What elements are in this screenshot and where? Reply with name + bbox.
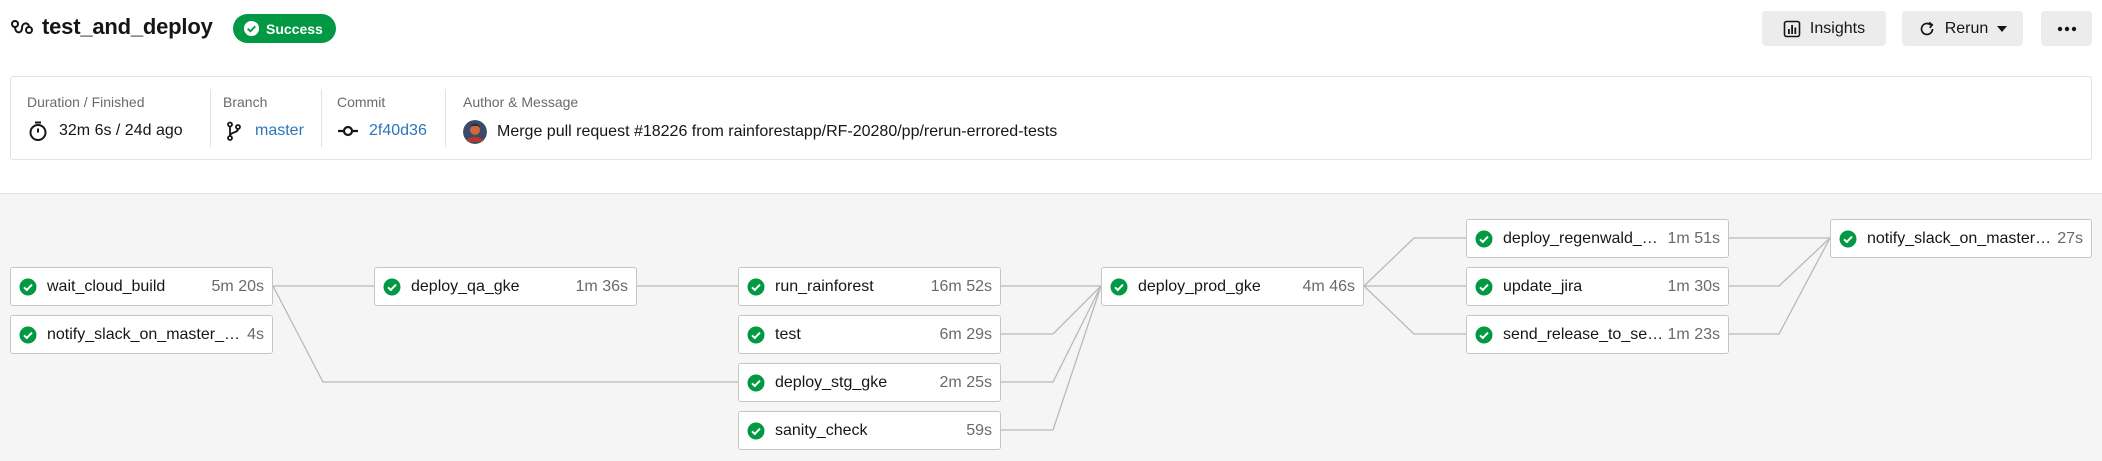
duration-label: Duration / Finished [27,94,145,110]
success-check-icon [747,374,765,391]
status-badge: Success [233,14,336,43]
check-circle-icon [243,20,260,37]
success-check-icon [1475,230,1493,247]
success-check-icon [747,278,765,295]
job-duration: 5m 20s [211,277,264,295]
job-name: deploy_prod_gke [1138,277,1261,295]
job-node-run-rainforest[interactable]: run_rainforest 16m 52s [738,267,1001,306]
success-check-icon [1475,326,1493,343]
job-node-deploy-prod-gke[interactable]: deploy_prod_gke 4m 46s [1101,267,1364,306]
job-name: notify_slack_on_master_re… [47,325,244,343]
workflow-icon [11,20,33,34]
job-name: test [775,325,801,343]
refresh-icon [1920,21,1934,35]
success-check-icon [747,422,765,439]
job-node-deploy-regenwald-gke[interactable]: deploy_regenwald_gke 1m 51s [1466,219,1729,258]
workflow-header: test_and_deploy Success Insights Rerun [0,0,2102,58]
rerun-button[interactable]: Rerun [1902,11,2023,46]
job-node-test[interactable]: test 6m 29s [738,315,1001,354]
job-name: update_jira [1503,277,1583,295]
insights-button[interactable]: Insights [1762,11,1886,46]
job-node-sanity-check[interactable]: sanity_check 59s [738,411,1001,450]
branch-section: Branch master [223,77,323,159]
job-name: send_release_to_sentry [1503,325,1664,343]
job-name: wait_cloud_build [47,277,166,295]
job-duration: 1m 23s [1667,325,1720,343]
commit-section: Commit 2f40d36 [337,77,447,159]
success-check-icon [19,278,37,295]
job-node-deploy-qa-gke[interactable]: deploy_qa_gke 1m 36s [374,267,637,306]
pipeline-summary: Duration / Finished 32m 6s / 24d ago Bra… [10,76,2092,160]
branch-link[interactable]: master [255,122,304,140]
success-check-icon [19,326,37,343]
job-name: notify_slack_on_master_r… [1867,229,2054,247]
job-node-notify-slack-2[interactable]: notify_slack_on_master_r… 27s [1830,219,2092,258]
job-duration: 4m 46s [1302,277,1355,295]
commit-icon [338,125,358,137]
job-duration: 2m 25s [939,373,992,391]
job-node-send-release-to-sentry[interactable]: send_release_to_sentry 1m 23s [1466,315,1729,354]
success-check-icon [1475,278,1493,295]
duration-text: 32m 6s / 24d ago [59,122,183,139]
workflow-title: test_and_deploy [42,14,213,39]
job-node-update-jira[interactable]: update_jira 1m 30s [1466,267,1729,306]
insights-button-label: Insights [1809,19,1866,37]
job-node-notify-slack-1[interactable]: notify_slack_on_master_re… 4s [10,315,273,354]
job-duration: 1m 51s [1667,229,1720,247]
branch-icon [227,121,241,141]
chart-icon [1783,20,1801,37]
commit-message: Merge pull request #18226 from rainfores… [497,123,1058,140]
commit-value: 2f40d36 [337,120,427,142]
job-name: deploy_regenwald_gke [1503,229,1664,247]
job-duration: 1m 30s [1667,277,1720,295]
avatar [463,120,487,144]
author-section: Author & Message Merge pull request #182… [463,77,1463,159]
job-node-deploy-stg-gke[interactable]: deploy_stg_gke 2m 25s [738,363,1001,402]
job-node-wait-cloud-build[interactable]: wait_cloud_build 5m 20s [10,267,273,306]
divider [321,89,322,147]
duration-value: 32m 6s / 24d ago [27,120,183,142]
rerun-button-label: Rerun [1944,19,1989,37]
job-name: sanity_check [775,421,868,439]
job-duration: 4s [247,325,264,343]
caret-down-icon [1997,25,2008,32]
author-label: Author & Message [463,94,579,110]
stopwatch-icon [29,121,47,141]
success-check-icon [1839,230,1857,247]
divider [445,89,446,147]
success-check-icon [747,326,765,343]
commit-link[interactable]: 2f40d36 [369,122,427,140]
job-name: run_rainforest [775,277,874,295]
success-check-icon [383,278,401,295]
job-duration: 1m 36s [575,277,628,295]
commit-label: Commit [337,94,386,110]
duration-section: Duration / Finished 32m 6s / 24d ago [27,77,207,159]
workflow-page: test_and_deploy Success Insights Rerun D… [0,0,2102,461]
job-name: deploy_qa_gke [411,277,520,295]
job-duration: 27s [2057,229,2083,247]
more-options-button[interactable] [2041,11,2092,46]
divider [210,89,211,147]
ellipsis-icon [2057,26,2076,31]
status-badge-label: Success [266,20,323,37]
job-duration: 16m 52s [930,277,992,295]
author-value: Merge pull request #18226 from rainfores… [463,120,1057,144]
job-duration: 59s [966,421,992,439]
success-check-icon [1110,278,1128,295]
workflow-graph [0,193,2102,461]
branch-label: Branch [223,94,268,110]
job-duration: 6m 29s [939,325,992,343]
branch-value: master [223,120,304,142]
job-name: deploy_stg_gke [775,373,888,391]
